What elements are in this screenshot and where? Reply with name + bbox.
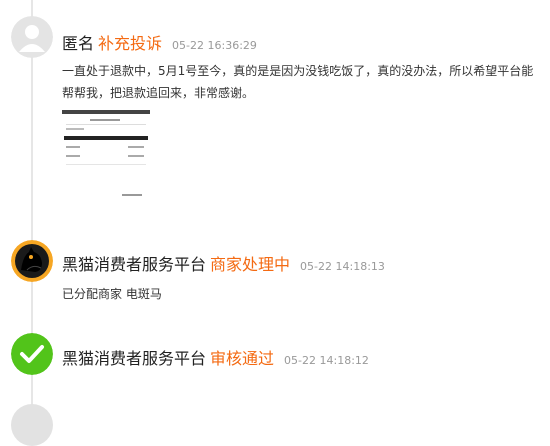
complaint-text: 一直处于退款中，5月1号至今，真的是是因为没钱吃饭了，真的没办法，所以希望平台能… — [62, 64, 534, 100]
green-checkmark-icon — [11, 333, 53, 375]
entry-header: 黑猫消费者服务平台 审核通过 05-22 14:18:12 — [62, 345, 369, 369]
next-entry-avatar-icon — [11, 404, 53, 446]
author-name: 匿名 — [62, 34, 95, 53]
black-cat-logo-icon — [11, 240, 53, 282]
entry-header: 黑猫消费者服务平台 商家处理中 05-22 14:18:13 — [62, 251, 385, 275]
timestamp: 05-22 16:36:29 — [172, 39, 257, 52]
entry-header: 匿名 补充投诉 05-22 16:36:29 — [62, 30, 257, 54]
author-name: 黑猫消费者服务平台 — [62, 255, 207, 274]
status-label: 审核通过 — [210, 349, 275, 368]
assignment-text: 已分配商家 电斑马 — [62, 287, 162, 301]
status-label: 补充投诉 — [98, 34, 163, 53]
author-name: 黑猫消费者服务平台 — [62, 349, 207, 368]
status-label: 商家处理中 — [210, 255, 291, 274]
default-user-avatar-icon — [11, 16, 53, 58]
timestamp: 05-22 14:18:12 — [284, 354, 369, 367]
timestamp: 05-22 14:18:13 — [300, 260, 385, 273]
attachment-thumbnail[interactable] — [62, 110, 150, 206]
